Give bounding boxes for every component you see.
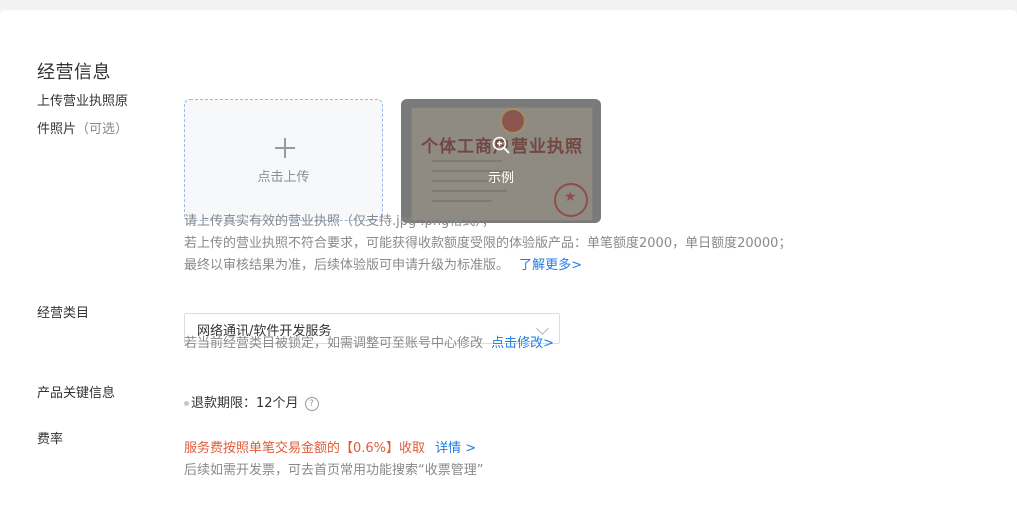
refund-period: 退款期限：12个月? (184, 393, 319, 415)
example-license-thumbnail[interactable]: 个体工商户营业执照 ★ 示例 (401, 99, 601, 223)
product-key-label: 产品关键信息 (37, 386, 116, 401)
upload-label-line1: 上传营业执照原 (37, 94, 129, 109)
category-help: 若当前经营类目被锁定，如需调整可至账号中心修改 点击修改> (184, 333, 554, 355)
fee-warning-text: 服务费按照单笔交易金额的【0.6%】收取 (184, 441, 426, 456)
business-info-card: 经营信息 上传营业执照原 件照片（可选） 点击上传 个体工商户营业执照 ★ 示例… (0, 10, 1017, 531)
question-circle-icon[interactable]: ? (304, 396, 319, 411)
upload-help-line2: 若上传的营业执照不符合要求，可能获得收款额度受限的体验版产品：单笔额度2000，… (184, 236, 792, 251)
upload-button-label: 点击上传 (257, 170, 310, 185)
modify-category-link[interactable]: 点击修改> (491, 336, 554, 351)
top-bar (0, 0, 1017, 10)
upload-help-line1: 请上传真实有效的营业执照（仅支持.jpg .png格式）； (184, 214, 495, 229)
upload-label-text: 件照片 (37, 122, 77, 137)
section-title: 经营信息 (37, 62, 111, 83)
fee-details-link[interactable]: 详情 > (435, 441, 476, 456)
category-help-text: 若当前经营类目被锁定，如需调整可至账号中心修改 (184, 336, 484, 351)
refund-period-value: 12个月 (256, 396, 299, 411)
upload-help-text: 请上传真实有效的营业执照（仅支持.jpg .png格式）； 若上传的营业执照不符… (184, 211, 791, 277)
upload-help-line3: 最终以审核结果为准，后续体验版可申请升级为标准版。 了解更多> (184, 255, 791, 277)
learn-more-link[interactable]: 了解更多> (519, 258, 582, 273)
fee-info: 服务费按照单笔交易金额的【0.6%】收取 详情 > (184, 438, 476, 460)
category-label: 经营类目 (37, 306, 90, 321)
example-overlay (401, 99, 601, 223)
zoom-in-icon (492, 136, 510, 154)
plus-icon (275, 138, 295, 158)
upload-license-button[interactable]: 点击上传 (184, 99, 383, 221)
invoice-note: 后续如需开发票，可去首页常用功能搜索“收票管理” (184, 463, 484, 478)
optional-tag: （可选） (76, 122, 129, 137)
upload-label-line2: 件照片（可选） (37, 116, 128, 144)
fee-label: 费率 (37, 432, 64, 447)
upload-help-line3-text: 最终以审核结果为准，后续体验版可申请升级为标准版。 (184, 258, 510, 273)
dot-icon (184, 401, 189, 406)
refund-period-label: 退款期限： (191, 396, 257, 411)
example-label: 示例 (487, 171, 514, 186)
upload-label: 上传营业执照原 件照片（可选） (37, 88, 128, 144)
